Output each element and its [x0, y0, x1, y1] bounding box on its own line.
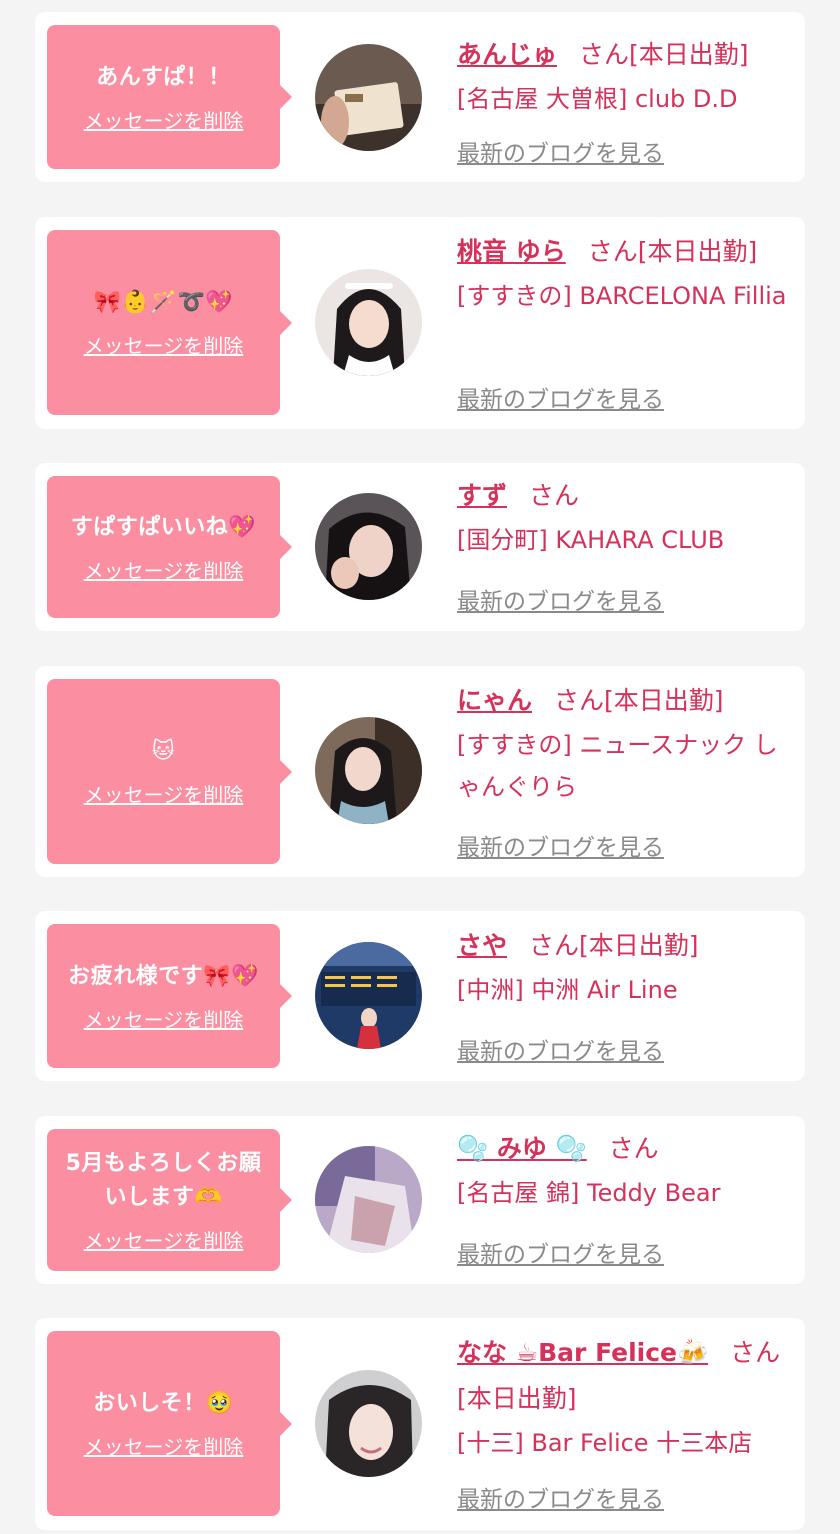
- message-list: あんすぱ！！ メッセージを削除 あんじゅ さん[本日出勤] [名古屋 大曽根] c…: [0, 0, 840, 1534]
- message-text: 🎀👶🪄➰💖: [93, 290, 234, 315]
- host-info: さや さん[本日出勤] [中洲] 中洲 Air Line: [457, 923, 792, 1011]
- host-name-link[interactable]: さや: [457, 931, 507, 960]
- delete-message-link[interactable]: メッセージを削除: [84, 1225, 244, 1254]
- message-card: あんすぱ！！ メッセージを削除 あんじゅ さん[本日出勤] [名古屋 大曽根] c…: [35, 12, 805, 182]
- delete-message-link[interactable]: メッセージを削除: [84, 105, 244, 134]
- host-info: あんじゅ さん[本日出勤] [名古屋 大曽根] club D.D: [457, 32, 792, 120]
- avatar[interactable]: [315, 44, 422, 151]
- work-status: [本日出勤]: [579, 931, 699, 960]
- avatar[interactable]: [315, 493, 422, 600]
- host-name-link[interactable]: 桃音 ゆら: [457, 237, 566, 266]
- message-text: あんすぱ！！: [96, 64, 231, 90]
- message-card: おいしそ！🥹 メッセージを削除 なな ☕Bar Felice🍻 さん [本日出勤] …: [35, 1318, 805, 1530]
- honorific: さん: [608, 1134, 659, 1163]
- avatar[interactable]: [315, 1370, 422, 1477]
- message-bubble: 🐱 メッセージを削除: [47, 679, 292, 864]
- message-text: 🐱: [151, 739, 176, 764]
- delete-message-link[interactable]: メッセージを削除: [84, 1004, 244, 1033]
- message-bubble: 🎀👶🪄➰💖 メッセージを削除: [47, 230, 292, 415]
- work-status: [本日出勤]: [637, 237, 758, 266]
- delete-message-link[interactable]: メッセージを削除: [84, 1431, 244, 1460]
- latest-blog-link[interactable]: 最新のブログを見る: [457, 134, 664, 168]
- message-card: 🎀👶🪄➰💖 メッセージを削除 桃音 ゆら さん[本日出勤] [すすきの] BARC…: [35, 217, 805, 429]
- host-name-link[interactable]: にゃん: [457, 686, 532, 715]
- delete-message-link[interactable]: メッセージを削除: [84, 779, 244, 808]
- delete-message-link[interactable]: メッセージを削除: [84, 330, 244, 359]
- avatar[interactable]: [315, 1146, 422, 1253]
- honorific: さん: [730, 1338, 781, 1367]
- message-card: お疲れ様です🎀💖 メッセージを削除 さや さん[本日出勤] [中洲] 中洲 Air…: [35, 911, 805, 1081]
- shop-name: [中洲] 中洲 Air Line: [457, 976, 678, 1004]
- latest-blog-link[interactable]: 最新のブログを見る: [457, 380, 664, 414]
- avatar[interactable]: [315, 942, 422, 1049]
- message-card: すぱすぱいいね💖 メッセージを削除 すず さん [国分町] KAHARA CLUB…: [35, 463, 805, 631]
- shop-name: [名古屋 錦] Teddy Bear: [457, 1179, 721, 1207]
- shop-name: [十三] Bar Felice 十三本店: [457, 1429, 753, 1457]
- host-info: なな ☕Bar Felice🍻 さん [本日出勤] [十三] Bar Felice …: [457, 1330, 792, 1464]
- shop-name: [すすきの] ニュースナック しゃんぐりら: [457, 731, 778, 801]
- host-name-link[interactable]: あんじゅ: [457, 40, 557, 69]
- latest-blog-link[interactable]: 最新のブログを見る: [457, 1235, 664, 1269]
- avatar[interactable]: [315, 269, 422, 376]
- message-text: おいしそ！🥹: [93, 1391, 234, 1416]
- avatar[interactable]: [315, 717, 422, 824]
- message-text: すぱすぱいいね💖: [70, 514, 257, 540]
- work-status: [本日出勤]: [604, 686, 724, 715]
- host-name-link[interactable]: すず: [457, 481, 507, 510]
- message-text: お疲れ様です🎀💖: [68, 963, 259, 989]
- shop-name: [名古屋 大曽根] club D.D: [457, 85, 738, 113]
- delete-message-link[interactable]: メッセージを削除: [84, 555, 244, 584]
- message-bubble: おいしそ！🥹 メッセージを削除: [47, 1331, 292, 1516]
- honorific: さん: [579, 40, 630, 69]
- message-bubble: お疲れ様です🎀💖 メッセージを削除: [47, 924, 292, 1068]
- honorific: さん: [529, 481, 580, 510]
- latest-blog-link[interactable]: 最新のブログを見る: [457, 1480, 664, 1514]
- shop-name: [国分町] KAHARA CLUB: [457, 526, 725, 554]
- host-info: 🫧 みゆ 🫧 さん [名古屋 錦] Teddy Bear: [457, 1126, 792, 1214]
- host-info: 桃音 ゆら さん[本日出勤] [すすきの] BARCELONA Fillia: [457, 229, 792, 317]
- shop-name: [すすきの] BARCELONA Fillia: [457, 282, 787, 310]
- latest-blog-link[interactable]: 最新のブログを見る: [457, 828, 664, 862]
- host-name-link[interactable]: 🫧 みゆ 🫧: [457, 1134, 587, 1163]
- message-card: 🐱 メッセージを削除 にゃん さん[本日出勤] [すすきの] ニュースナック しゃ…: [35, 666, 805, 877]
- message-bubble: あんすぱ！！ メッセージを削除: [47, 25, 292, 169]
- message-bubble: すぱすぱいいね💖 メッセージを削除: [47, 476, 292, 618]
- host-info: にゃん さん[本日出勤] [すすきの] ニュースナック しゃんぐりら: [457, 678, 792, 808]
- work-status: [本日出勤]: [457, 1384, 577, 1413]
- host-info: すず さん [国分町] KAHARA CLUB: [457, 473, 792, 561]
- message-bubble: 5月もよろしくお願いします🫶 メッセージを削除: [47, 1129, 292, 1271]
- work-status: [本日出勤]: [629, 40, 749, 69]
- latest-blog-link[interactable]: 最新のブログを見る: [457, 582, 664, 616]
- honorific: さん: [554, 686, 605, 715]
- host-name-link[interactable]: なな ☕Bar Felice🍻: [457, 1338, 708, 1367]
- message-text: 5月もよろしくお願いします🫶: [65, 1150, 262, 1210]
- message-card: 5月もよろしくお願いします🫶 メッセージを削除 🫧 みゆ 🫧 さん [名古屋 錦]…: [35, 1116, 805, 1284]
- honorific: さん: [529, 931, 580, 960]
- latest-blog-link[interactable]: 最新のブログを見る: [457, 1032, 664, 1066]
- honorific: さん: [587, 237, 638, 266]
